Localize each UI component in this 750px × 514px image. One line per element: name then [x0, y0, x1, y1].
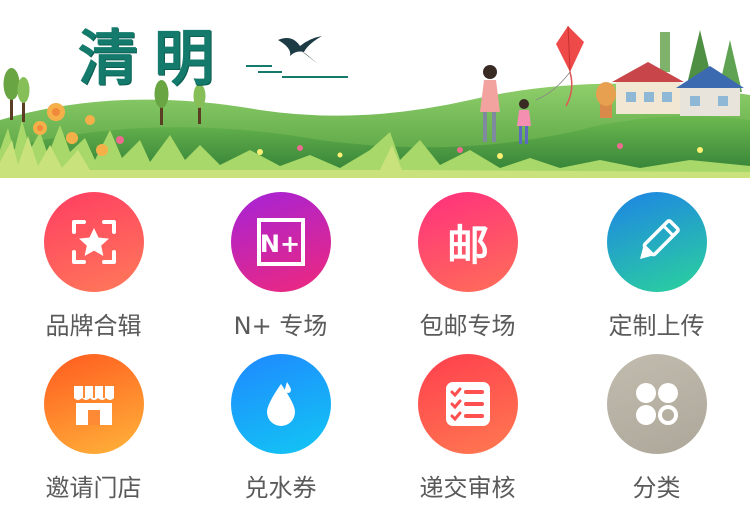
star-frame-icon	[44, 192, 144, 292]
grid-item-label: 递交审核	[419, 474, 516, 502]
banner-title: 清明	[78, 24, 230, 94]
n-plus-icon: N+	[231, 192, 331, 292]
grid-item-invite-store[interactable]: 邀请门店	[0, 348, 187, 508]
grid-item-custom-upload[interactable]: 定制上传	[563, 186, 750, 346]
mail-icon: 邮	[418, 192, 518, 292]
grid-item-label: 邀请门店	[45, 474, 142, 502]
grid-item-free-shipping[interactable]: 邮 包邮专场	[374, 186, 561, 346]
grid-item-n-plus[interactable]: N+ N+ 专场	[187, 186, 374, 346]
water-drop-icon	[231, 354, 331, 454]
svg-text:N+: N+	[260, 230, 300, 258]
category-grid-icon	[607, 354, 707, 454]
grid-item-label: 定制上传	[608, 312, 705, 340]
grid-item-submit-review[interactable]: 递交审核	[374, 348, 561, 508]
storefront-icon	[44, 354, 144, 454]
mail-glyph: 邮	[446, 220, 489, 270]
grid-item-brand-collection[interactable]: 品牌合辑	[0, 186, 187, 346]
grid-item-label: 兑水券	[244, 474, 317, 502]
grid-item-label: 品牌合辑	[45, 312, 142, 340]
pencil-icon	[607, 192, 707, 292]
grid-item-label: 分类	[632, 474, 681, 502]
grid-item-category[interactable]: 分类	[563, 348, 750, 508]
grid-item-label: N+ 专场	[233, 312, 328, 340]
grid-item-water-voucher[interactable]: 兑水券	[187, 348, 374, 508]
feature-grid: 品牌合辑 N+ N+ 专场 邮 包邮专场 定制上传 邀请门店 兑水券 递交审核 …	[0, 186, 750, 514]
checklist-icon	[418, 354, 518, 454]
qingming-banner[interactable]: 清明	[0, 0, 750, 178]
grid-item-label: 包邮专场	[419, 312, 516, 340]
